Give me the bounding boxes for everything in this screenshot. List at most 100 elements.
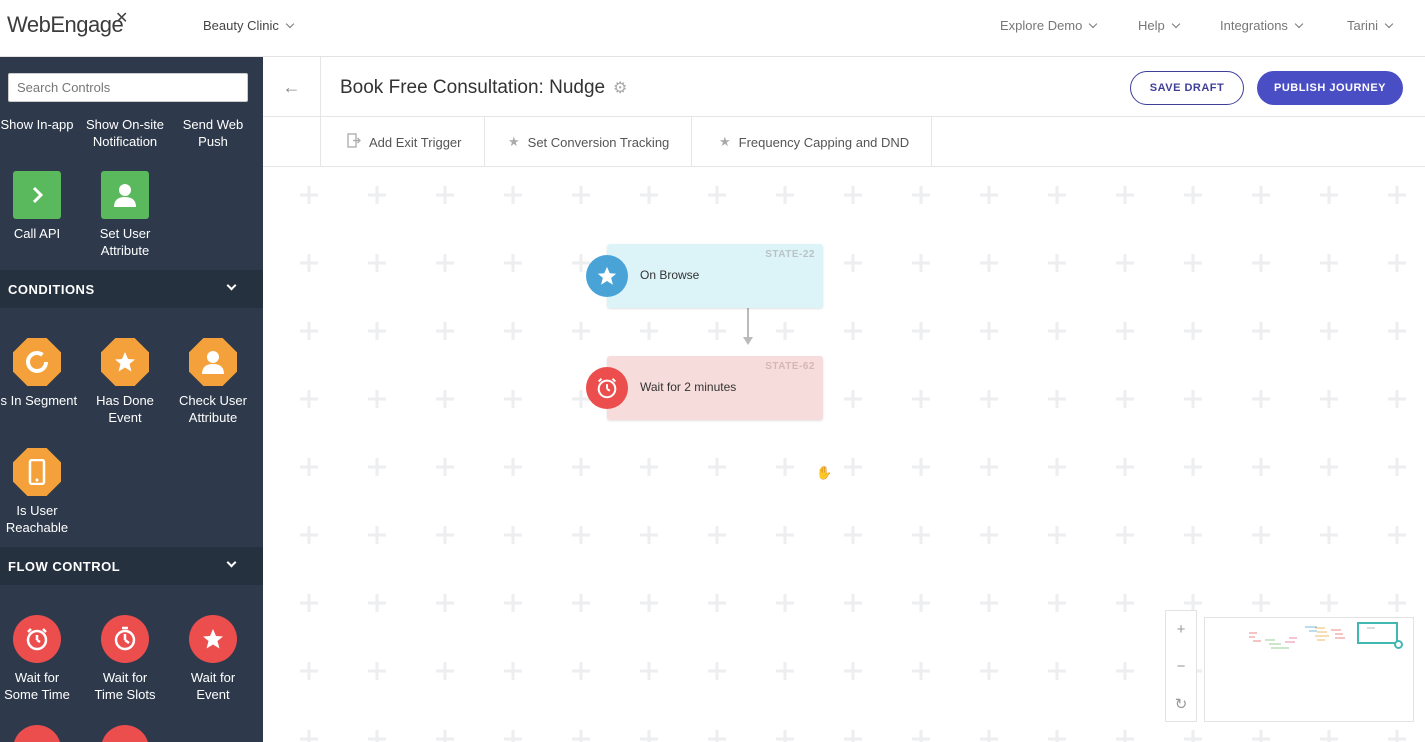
wait-for-time-slots-control[interactable]: Wait for Time Slots	[81, 615, 169, 703]
node-state-id: STATE-62	[765, 361, 815, 372]
control-label: Attribute	[188, 410, 238, 425]
save-draft-button[interactable]: SAVE DRAFT	[1130, 71, 1244, 105]
user-menu[interactable]: Tarini	[1347, 18, 1394, 33]
control-label: Wait for	[102, 670, 148, 685]
gear-icon[interactable]: ⚙	[613, 78, 627, 98]
segment-icon	[13, 338, 61, 386]
integrations-menu[interactable]: Integrations	[1220, 18, 1304, 33]
control-label: Send Web	[182, 117, 244, 132]
chevron-down-icon	[285, 19, 295, 29]
back-arrow-icon[interactable]: ←	[263, 57, 321, 117]
send-web-push-control[interactable]: Send Web Push	[169, 116, 257, 150]
control-label: Is In Segment	[0, 393, 78, 408]
control-label: Reachable	[5, 520, 69, 535]
show-in-app-control[interactable]: Show In-app	[0, 116, 81, 133]
conditions-section-header[interactable]: CONDITIONS	[0, 270, 263, 308]
chevron-right-icon	[13, 171, 61, 219]
set-conversion-tracking-button[interactable]: ★ Set Conversion Tracking	[482, 117, 693, 167]
zoom-controls: + − ↻	[1165, 610, 1197, 722]
flow-control-icon	[101, 725, 149, 742]
control-label: Attribute	[100, 243, 150, 258]
control-label: Wait for	[14, 670, 60, 685]
toolbar-spacer	[263, 117, 321, 167]
control-label: Wait for	[190, 670, 236, 685]
chevron-down-icon	[226, 280, 237, 291]
section-title: CONDITIONS	[8, 282, 95, 297]
publish-journey-button[interactable]: PUBLISH JOURNEY	[1257, 71, 1403, 105]
node-state-id: STATE-22	[765, 249, 815, 260]
user-icon	[101, 171, 149, 219]
stopwatch-icon	[586, 367, 628, 409]
wait-for-some-time-control[interactable]: Wait for Some Time	[0, 615, 81, 703]
zoom-in-icon[interactable]: +	[1166, 611, 1196, 648]
add-exit-trigger-button[interactable]: Add Exit Trigger	[321, 117, 485, 167]
user-icon	[189, 338, 237, 386]
zoom-out-icon[interactable]: −	[1166, 648, 1196, 685]
frequency-capping-button[interactable]: ★ Frequency Capping and DND	[693, 117, 933, 167]
journey-title[interactable]: Book Free Consultation: Nudge	[340, 77, 605, 99]
help-label: Help	[1138, 18, 1165, 33]
check-user-attribute-control[interactable]: Check User Attribute	[169, 338, 257, 426]
minimap[interactable]	[1204, 617, 1414, 722]
control-label: Push	[198, 134, 228, 149]
show-onsite-notification-control[interactable]: Show On-site Notification	[81, 116, 169, 150]
time-slots-icon	[101, 615, 149, 663]
logo-text: WebEngage	[7, 12, 124, 37]
control-label: Notification	[92, 134, 158, 149]
toolbar-label: Set Conversion Tracking	[527, 134, 670, 150]
control-label: Has Done	[96, 393, 154, 408]
journey-canvas[interactable]: STATE-22 On Browse STATE-62 Wait for 2 m…	[263, 167, 1425, 742]
logo-mark-icon: ✕	[115, 10, 128, 27]
journey-header: ← Book Free Consultation: Nudge ⚙ SAVE D…	[263, 57, 1425, 117]
chevron-down-icon	[226, 557, 237, 568]
explore-demo-label: Explore Demo	[1000, 18, 1083, 33]
search-controls-input[interactable]	[8, 73, 248, 102]
webengage-logo[interactable]: WebEngage ✕	[7, 10, 128, 38]
help-menu[interactable]: Help	[1138, 18, 1180, 33]
star-icon	[586, 255, 628, 297]
mobile-phone-icon	[13, 448, 61, 496]
star-icon	[189, 615, 237, 663]
chevron-down-icon	[1294, 19, 1304, 29]
star-icon: ★	[508, 134, 520, 149]
connector-arrow	[743, 308, 753, 345]
minimap-viewport[interactable]	[1357, 622, 1398, 644]
journey-toolbar: Add Exit Trigger ★ Set Conversion Tracki…	[263, 117, 1425, 167]
toolbar-label: Frequency Capping and DND	[738, 134, 910, 150]
set-user-attribute-control[interactable]: Set User Attribute	[81, 171, 169, 259]
control-label: Event	[196, 687, 230, 702]
is-user-reachable-control[interactable]: Is User Reachable	[0, 448, 81, 536]
flow-control-icon	[13, 725, 61, 742]
chevron-down-icon	[1171, 19, 1180, 29]
chevron-down-icon	[1089, 19, 1098, 29]
control-label: Set User	[99, 226, 151, 241]
control-label: Check User	[179, 393, 247, 408]
on-browse-node[interactable]: STATE-22 On Browse	[586, 244, 823, 308]
grab-cursor-icon: ✋	[816, 465, 833, 480]
star-icon	[101, 338, 149, 386]
user-name: Tarini	[1347, 18, 1379, 33]
control-label: Some Time	[4, 687, 70, 702]
account-switcher[interactable]: Beauty Clinic	[203, 18, 295, 33]
control-label: Time Slots	[94, 687, 156, 702]
node-label: Wait for 2 minutes	[640, 380, 737, 394]
is-in-segment-control[interactable]: Is In Segment	[0, 338, 81, 409]
partial-flow-control[interactable]	[81, 725, 169, 742]
reset-zoom-icon[interactable]: ↻	[1166, 685, 1196, 722]
call-api-control[interactable]: Call API	[0, 171, 81, 242]
explore-demo-menu[interactable]: Explore Demo	[1000, 18, 1098, 33]
flow-control-section-header[interactable]: FLOW CONTROL	[0, 547, 263, 585]
control-label: Event	[108, 410, 142, 425]
chevron-down-icon	[1384, 19, 1394, 29]
controls-sidebar: Show In-app Show On-site Notification Sen…	[0, 57, 263, 742]
top-nav: WebEngage ✕ Beauty Clinic Explore Demo H…	[0, 0, 1425, 57]
wait-for-event-control[interactable]: Wait for Event	[169, 615, 257, 703]
minimap-resize-handle[interactable]	[1394, 640, 1403, 649]
toolbar-label: Add Exit Trigger	[369, 134, 462, 150]
has-done-event-control[interactable]: Has Done Event	[81, 338, 169, 426]
partial-flow-control[interactable]	[0, 725, 81, 742]
wait-node[interactable]: STATE-62 Wait for 2 minutes	[586, 356, 823, 420]
control-label: Is User	[16, 503, 58, 518]
stopwatch-icon	[13, 615, 61, 663]
control-label: Show On-site	[85, 117, 165, 132]
